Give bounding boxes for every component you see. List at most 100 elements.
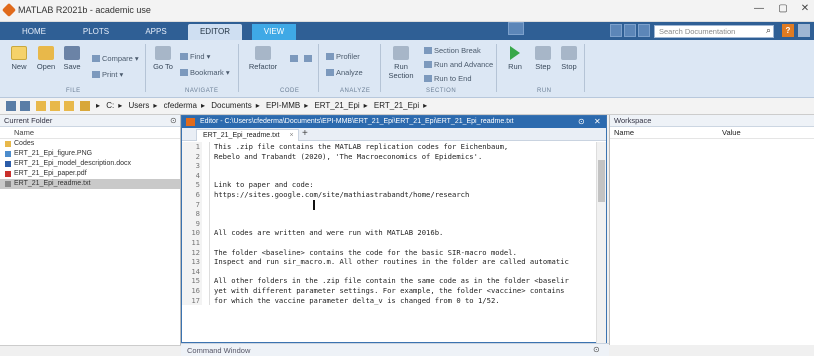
new-button[interactable]: New [8,46,30,71]
code-line[interactable]: 1 This .zip file contains the MATLAB repl… [182,142,594,152]
code-line[interactable]: 15 All other folders in the .zip file con… [182,276,594,286]
refactor-button[interactable]: Refactor [246,46,280,71]
line-number: 5 [182,180,202,190]
comment-button[interactable] [290,54,300,63]
tab-home[interactable]: HOME [12,24,56,40]
compare-button[interactable]: Compare ▾ [92,54,139,63]
list-item[interactable]: ERT_21_Epi_paper.pdf [0,169,180,179]
quick-access-icon[interactable] [508,22,524,35]
line-number: 13 [182,257,202,267]
code-line[interactable]: 3 [182,161,594,171]
code-line[interactable]: 6 https://sites.google.com/site/mathiastr… [182,189,594,200]
list-item[interactable]: ERT_21_Epi_readme.txt [0,179,180,189]
indent-button[interactable] [304,54,314,63]
new-tab-button[interactable]: + [302,128,308,139]
run-and-advance-button[interactable]: Run and Advance [424,60,493,69]
tab-readme[interactable]: ERT_21_Epi_readme.txt × [196,129,299,141]
find-button[interactable]: Find ▾ [180,52,210,61]
code-line[interactable]: 13 Inspect and run sir_macro.m. All other… [182,257,594,267]
command-window-panel[interactable]: Command Window ⊙ [181,343,609,356]
settings-icon[interactable] [638,24,650,37]
section-label-section: SECTION [426,88,457,94]
step-button[interactable]: Step [532,46,554,71]
print-button[interactable]: Print ▾ [92,70,123,79]
bookmark-button[interactable]: Bookmark ▾ [180,68,230,77]
go-to-icon [155,46,171,60]
code-text: Inspect and run sir_macro.m. All other r… [214,257,569,267]
stop-button[interactable]: Stop [558,46,580,71]
breadcrumb-item[interactable]: ERT_21_Epi [314,101,359,110]
column-header-name[interactable]: Name [0,127,180,139]
scrollbar-thumb[interactable] [598,160,605,202]
code-line[interactable]: 8 [182,209,594,219]
minimize-button[interactable]: — [748,3,770,17]
step-icon [535,46,551,60]
up-folder-icon[interactable] [50,101,60,111]
run-section-button[interactable]: Run Section [384,46,418,80]
close-window-button[interactable]: ✕ [794,3,814,17]
list-item[interactable]: Codes [0,139,180,149]
code-line[interactable]: 16 yet with different parameter settings.… [182,285,594,296]
search-icon[interactable]: ⌕ [766,25,771,36]
save-button[interactable]: Save [60,46,84,71]
code-line[interactable]: 14 [182,266,594,277]
editor-close-icon[interactable]: ✕ [594,116,601,128]
run-section-icon [393,46,409,60]
code-line[interactable]: 12 The folder <baseline> contains the cod… [182,247,594,258]
forward-icon[interactable] [20,101,30,111]
search-documentation-input[interactable]: Search Documentation [654,25,774,38]
code-line[interactable]: 11 [182,237,594,248]
code-line[interactable]: 17 for which the vaccine parameter delta_… [182,295,594,306]
section-break-button[interactable]: Section Break [424,46,481,55]
column-header-name[interactable]: Name [614,127,634,139]
bookmark-icon [180,69,188,76]
list-item[interactable]: ERT_21_Epi_model_description.docx [0,159,180,169]
undo-icon[interactable] [610,24,622,37]
tab-plots[interactable]: PLOTS [74,24,118,40]
help-icon[interactable]: ? [782,24,794,37]
analyze-button[interactable]: Analyze [326,68,363,77]
breadcrumb-item[interactable]: Documents [211,101,251,110]
folder-icon [38,46,54,60]
breadcrumb-item[interactable]: Users [129,101,150,110]
code-line[interactable]: 5 Link to paper and code: [182,180,594,190]
column-header-value[interactable]: Value [722,127,741,139]
line-number: 14 [182,266,202,277]
new-folder-icon[interactable] [64,101,74,111]
panel-menu-icon[interactable]: ⊙ [170,116,177,125]
breadcrumb-item[interactable]: ERT_21_Epi [374,101,419,110]
indent-icon [304,55,312,62]
current-folder-title: Current Folder [0,115,180,127]
command-window-menu-icon[interactable]: ⊙ [593,345,600,354]
redo-icon[interactable] [624,24,636,37]
line-number: 17 [182,295,202,306]
code-line[interactable]: 4 [182,170,594,181]
editor-menu-icon[interactable]: ⊙ [578,116,585,128]
code-text: All other folders in the .zip file conta… [214,276,569,286]
maximize-button[interactable]: ▢ [772,3,794,17]
tab-view[interactable]: VIEW [252,24,296,40]
browse-folder-icon[interactable] [36,101,46,111]
go-to-button[interactable]: Go To [150,46,176,71]
breadcrumb-item[interactable]: EPI-MMB [266,101,300,110]
tab-apps[interactable]: APPS [136,24,176,40]
code-line[interactable]: 10 All codes are written and were run wit… [182,228,594,238]
code-line[interactable]: 2 Rebelo and Trabandt (2020), 'The Macroe… [182,151,594,162]
tab-editor[interactable]: EDITOR [188,24,242,40]
code-line[interactable]: 9 [182,218,594,229]
search-folder-icon[interactable] [80,101,90,111]
back-icon[interactable] [6,101,16,111]
run-button[interactable]: Run [504,46,526,71]
code-area[interactable]: 1 This .zip file contains the MATLAB repl… [182,142,594,344]
close-tab-icon[interactable]: × [289,130,293,141]
vertical-scrollbar[interactable] [596,142,606,344]
list-item[interactable]: ERT_21_Epi_figure.PNG [0,149,180,159]
info-icon[interactable] [798,24,810,37]
fold-gutter [204,199,210,210]
code-line[interactable]: 7 [182,199,594,210]
breadcrumb-item[interactable]: cfederma [164,101,197,110]
profiler-button[interactable]: Profiler [326,52,360,61]
open-button[interactable]: Open [34,46,58,71]
breadcrumb-item[interactable]: C: [106,101,114,110]
run-to-end-button[interactable]: Run to End [424,74,472,83]
